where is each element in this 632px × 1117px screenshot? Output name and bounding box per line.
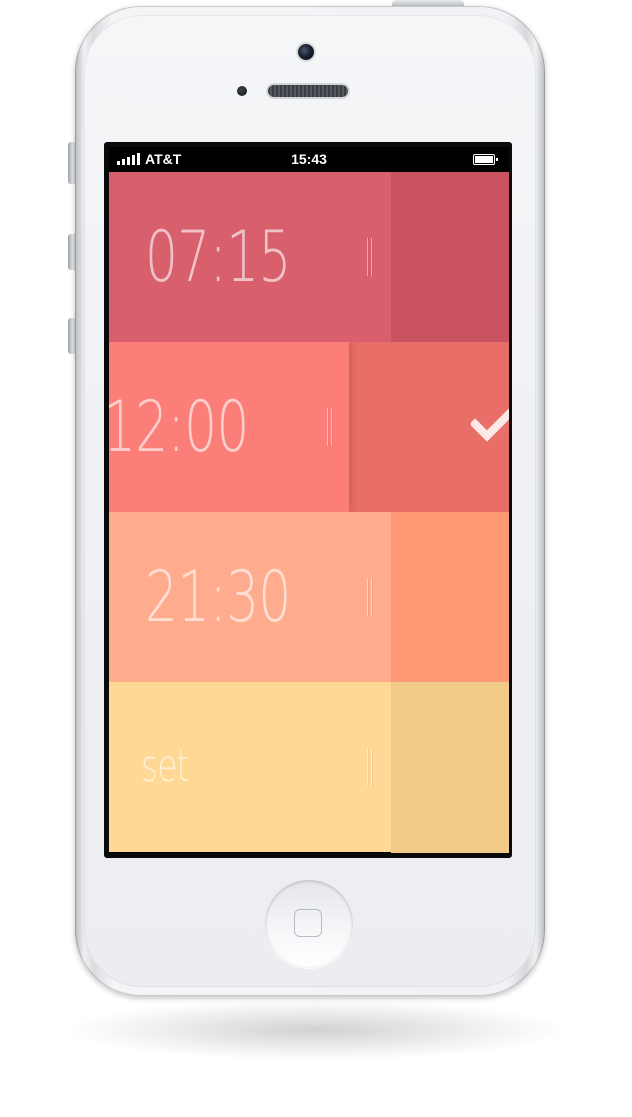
front-camera-icon: [298, 44, 314, 60]
drag-handle-icon[interactable]: [367, 238, 374, 276]
home-square-icon: [294, 909, 322, 937]
proximity-sensor-icon: [237, 86, 247, 96]
battery-icon: [473, 154, 498, 165]
alarm-row[interactable]: 12:00: [109, 342, 509, 512]
app-screen: AT&T 15:43 07:15 12:00 21:30 set: [109, 147, 509, 853]
status-time: 15:43: [291, 151, 327, 167]
alarm-row-action[interactable]: [349, 342, 509, 512]
alarm-row-main[interactable]: set: [109, 682, 391, 852]
earpiece-speaker-icon: [268, 85, 348, 97]
alarm-row-main[interactable]: 12:00: [109, 342, 349, 512]
alarm-row-action[interactable]: [391, 172, 509, 342]
alarm-row-main[interactable]: 07:15: [109, 172, 391, 342]
checkmark-icon[interactable]: [471, 400, 509, 448]
set-alarm-label: set: [141, 741, 189, 792]
drag-handle-icon[interactable]: [367, 748, 374, 786]
alarm-time-label: 21:30: [145, 556, 291, 638]
alarm-time-label: 07:15: [145, 216, 291, 298]
drag-handle-icon[interactable]: [327, 408, 334, 446]
alarm-row-main[interactable]: 21:30: [109, 512, 391, 682]
drag-handle-icon[interactable]: [367, 578, 374, 616]
alarm-row-action[interactable]: [391, 512, 509, 682]
alarm-row-action[interactable]: [391, 682, 509, 853]
device-shadow: [70, 1000, 562, 1060]
alarm-row[interactable]: 21:30: [109, 512, 509, 682]
alarm-time-label: 12:00: [109, 386, 249, 468]
status-bar: AT&T 15:43: [109, 147, 509, 172]
alarm-row[interactable]: 07:15: [109, 172, 509, 342]
home-button-icon[interactable]: [265, 880, 353, 968]
alarm-row[interactable]: set: [109, 682, 509, 853]
